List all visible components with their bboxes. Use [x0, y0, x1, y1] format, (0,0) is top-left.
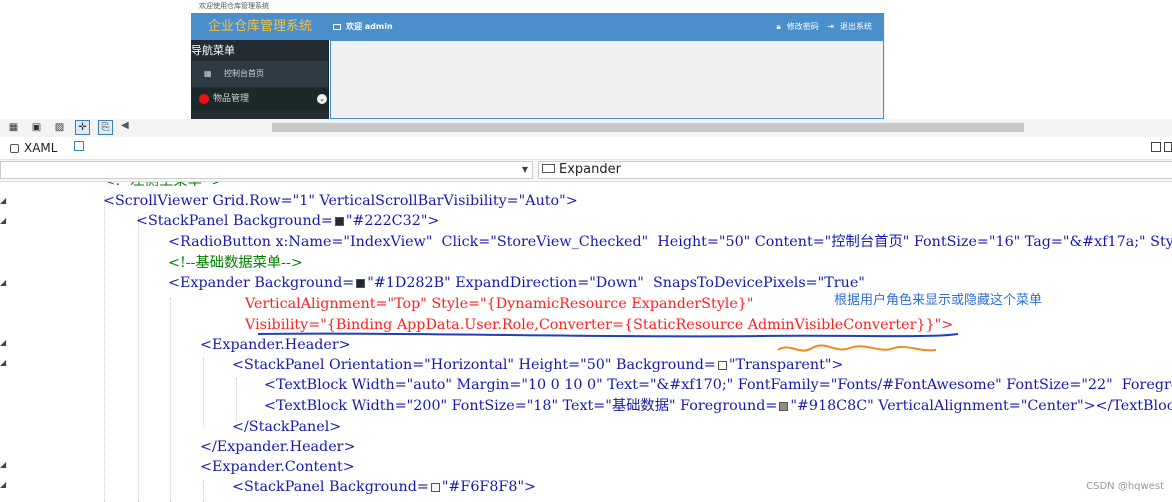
windows-icon: ▦	[204, 69, 212, 78]
chevron-down-icon: ▼	[521, 165, 528, 174]
element-dropdown-value: Expander	[559, 162, 621, 177]
logout-icon: ⇥	[827, 22, 834, 31]
preview-brand: 企业仓库管理系统	[207, 19, 312, 34]
sidebar-item-label: 控制台首页	[224, 69, 264, 78]
sidebar-item-label: 物品管理	[213, 94, 250, 104]
element-dropdown[interactable]: Expander	[538, 161, 1172, 179]
view-tab-row: XAML	[0, 137, 1172, 160]
preview-top-strip: 欢迎使用仓库管理系统	[191, 0, 885, 13]
effects-icon[interactable]: ⎘	[98, 120, 113, 135]
sidebar-item-goods[interactable]: 物品管理 ⌄	[191, 88, 329, 110]
designer-toolbar: ▦ ▣ ▨ ✛ ⎘ ◀	[0, 119, 1172, 137]
preview-header-actions: 🔒︎ 修改密码 ⇥ 退出系统	[770, 13, 872, 40]
horizontal-split-icon[interactable]	[1164, 142, 1172, 152]
preview-header: 企业仓库管理系统 欢迎 admin 🔒︎ 修改密码 ⇥ 退出系统	[191, 13, 884, 40]
goods-icon	[199, 94, 209, 104]
artboard-icon[interactable]: ▨	[52, 120, 67, 135]
logout-link[interactable]: 退出系统	[840, 22, 872, 31]
nav-title: 导航菜单	[191, 44, 235, 57]
sidebar-item-dashboard[interactable]: ▦ 控制台首页	[192, 61, 328, 87]
scroll-left-icon[interactable]: ◀	[121, 120, 129, 131]
swap-panes-icon[interactable]	[74, 141, 84, 151]
user-icon	[333, 23, 341, 30]
grid-icon[interactable]: ▦	[6, 120, 21, 135]
xaml-code-editor[interactable]: ◢ ◢ ◢ ◢ ◢ ◢ ◢ <!--左侧主菜单--> <ScrollViewer…	[0, 182, 1172, 502]
xaml-tab-icon	[10, 144, 19, 153]
welcome-text: 欢迎 admin	[346, 22, 393, 31]
watermark: CSDN @hqwest	[1086, 481, 1164, 492]
element-icon	[542, 164, 555, 173]
navigation-bar: ▼ Expander	[0, 160, 1172, 182]
preview-content	[330, 40, 884, 119]
tab-xaml-label: XAML	[24, 141, 58, 155]
preview-sidebar: 导航菜单 ▦ 控制台首页 物品管理 ⌄	[191, 40, 329, 119]
lock-icon: 🔒︎	[776, 22, 781, 31]
snap-lines-icon[interactable]: ✛	[75, 120, 90, 135]
change-password-link[interactable]: 修改密码	[787, 22, 819, 31]
vertical-split-icon[interactable]	[1151, 142, 1161, 152]
annotation-note: 根据用户角色来显示或隐藏这个菜单	[834, 293, 1043, 308]
chevron-down-icon[interactable]: ⌄	[317, 94, 327, 104]
preview-welcome: 欢迎 admin	[333, 13, 393, 40]
type-dropdown[interactable]: ▼	[0, 161, 533, 179]
designer-preview: 欢迎使用仓库管理系统 企业仓库管理系统 欢迎 admin 🔒︎ 修改密码 ⇥ 退出系…	[191, 0, 885, 119]
tab-xaml[interactable]: XAML	[10, 138, 57, 158]
snap-grid-icon[interactable]: ▣	[29, 120, 44, 135]
horizontal-scrollbar[interactable]	[272, 123, 1024, 132]
annotation-strokes	[257, 332, 959, 352]
